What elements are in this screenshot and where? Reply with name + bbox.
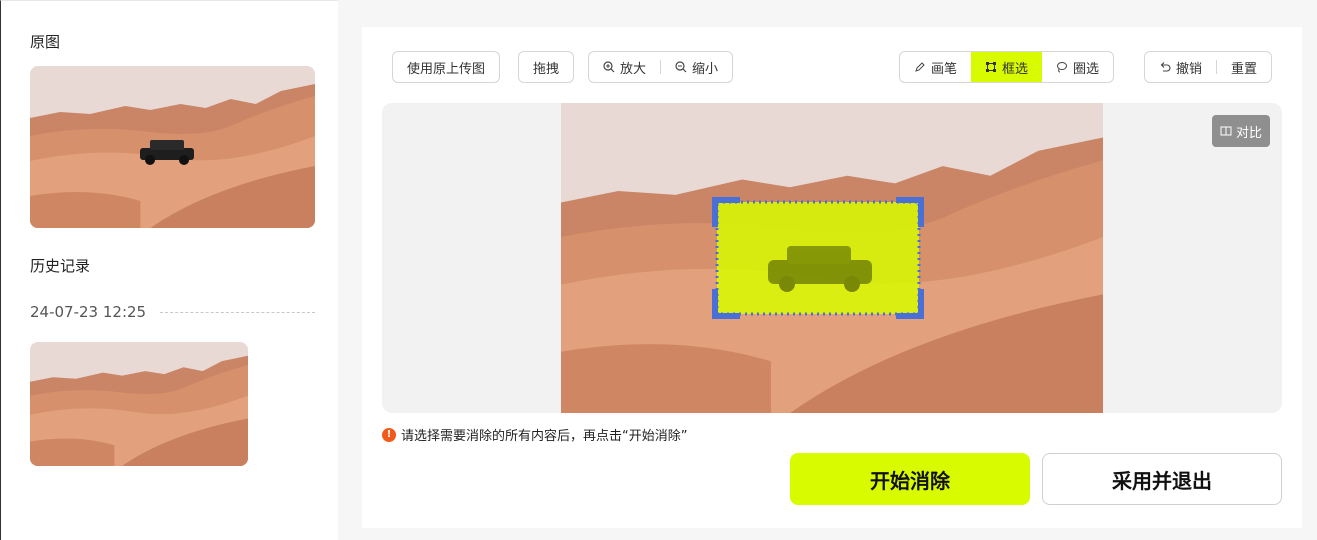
editor-panel: 使用原上传图 拖拽 放大 缩小 画笔 框选 圈选 撤销 重置 对比 ! 请选择需… <box>362 27 1302 528</box>
drag-label: 拖拽 <box>533 61 560 77</box>
undo-icon <box>1160 62 1171 72</box>
zoom-out-icon <box>675 61 687 73</box>
undo-button[interactable]: 撤销 <box>1145 52 1216 82</box>
lasso-label: 圈选 <box>1073 61 1100 77</box>
history-title: 历史记录 <box>30 257 91 275</box>
selection-box[interactable] <box>712 197 924 319</box>
canvas-image <box>561 103 1103 413</box>
pencil-icon <box>915 62 925 72</box>
desert-result-image <box>30 342 248 466</box>
box-select-label: 框选 <box>1002 61 1029 77</box>
history-thumbnail[interactable] <box>30 342 248 466</box>
original-image-thumbnail[interactable] <box>30 66 315 228</box>
box-select-tool-button[interactable]: 框选 <box>971 52 1043 82</box>
lasso-icon <box>1057 62 1068 73</box>
compare-icon <box>1220 126 1232 136</box>
reset-button[interactable]: 重置 <box>1217 52 1271 82</box>
brush-tool-button[interactable]: 画笔 <box>900 52 971 82</box>
original-image-title: 原图 <box>30 33 61 51</box>
zoom-out-button[interactable]: 缩小 <box>661 52 732 82</box>
box-select-icon <box>986 62 997 72</box>
zoom-out-label: 缩小 <box>692 61 719 77</box>
hint-text: 请选择需要消除的所有内容后，再点击“开始消除” <box>401 429 688 444</box>
compare-button[interactable]: 对比 <box>1211 115 1270 147</box>
adopt-and-exit-button[interactable]: 采用并退出 <box>1042 453 1282 505</box>
zoom-in-label: 放大 <box>620 61 647 77</box>
lasso-tool-button[interactable]: 圈选 <box>1042 52 1113 82</box>
warning-icon: ! <box>382 427 396 442</box>
history-actions-group: 撤销 重置 <box>1144 51 1273 83</box>
reset-label: 重置 <box>1231 61 1258 77</box>
history-time-text: 24-07-23 12:25 <box>30 303 147 321</box>
brush-label: 画笔 <box>931 61 958 77</box>
sidebar: 原图 历史记录 24-07-23 12:25 <box>0 0 338 540</box>
desert-car-image <box>30 66 315 228</box>
zoom-in-icon <box>603 61 615 73</box>
compare-label: 对比 <box>1235 125 1262 141</box>
start-erase-button[interactable]: 开始消除 <box>790 453 1030 505</box>
history-timestamp: 24-07-23 12:25 <box>30 303 315 321</box>
tool-group: 画笔 框选 圈选 <box>899 51 1115 83</box>
use-original-label: 使用原上传图 <box>407 61 486 77</box>
zoom-group: 放大 缩小 <box>588 51 734 83</box>
use-original-button[interactable]: 使用原上传图 <box>392 51 501 83</box>
divider <box>160 311 315 313</box>
zoom-in-button[interactable]: 放大 <box>589 52 660 82</box>
undo-label: 撤销 <box>1176 61 1203 77</box>
drag-button[interactable]: 拖拽 <box>518 51 575 83</box>
edit-canvas[interactable]: 对比 <box>382 103 1282 413</box>
hint-message: ! 请选择需要消除的所有内容后，再点击“开始消除” <box>382 425 687 444</box>
